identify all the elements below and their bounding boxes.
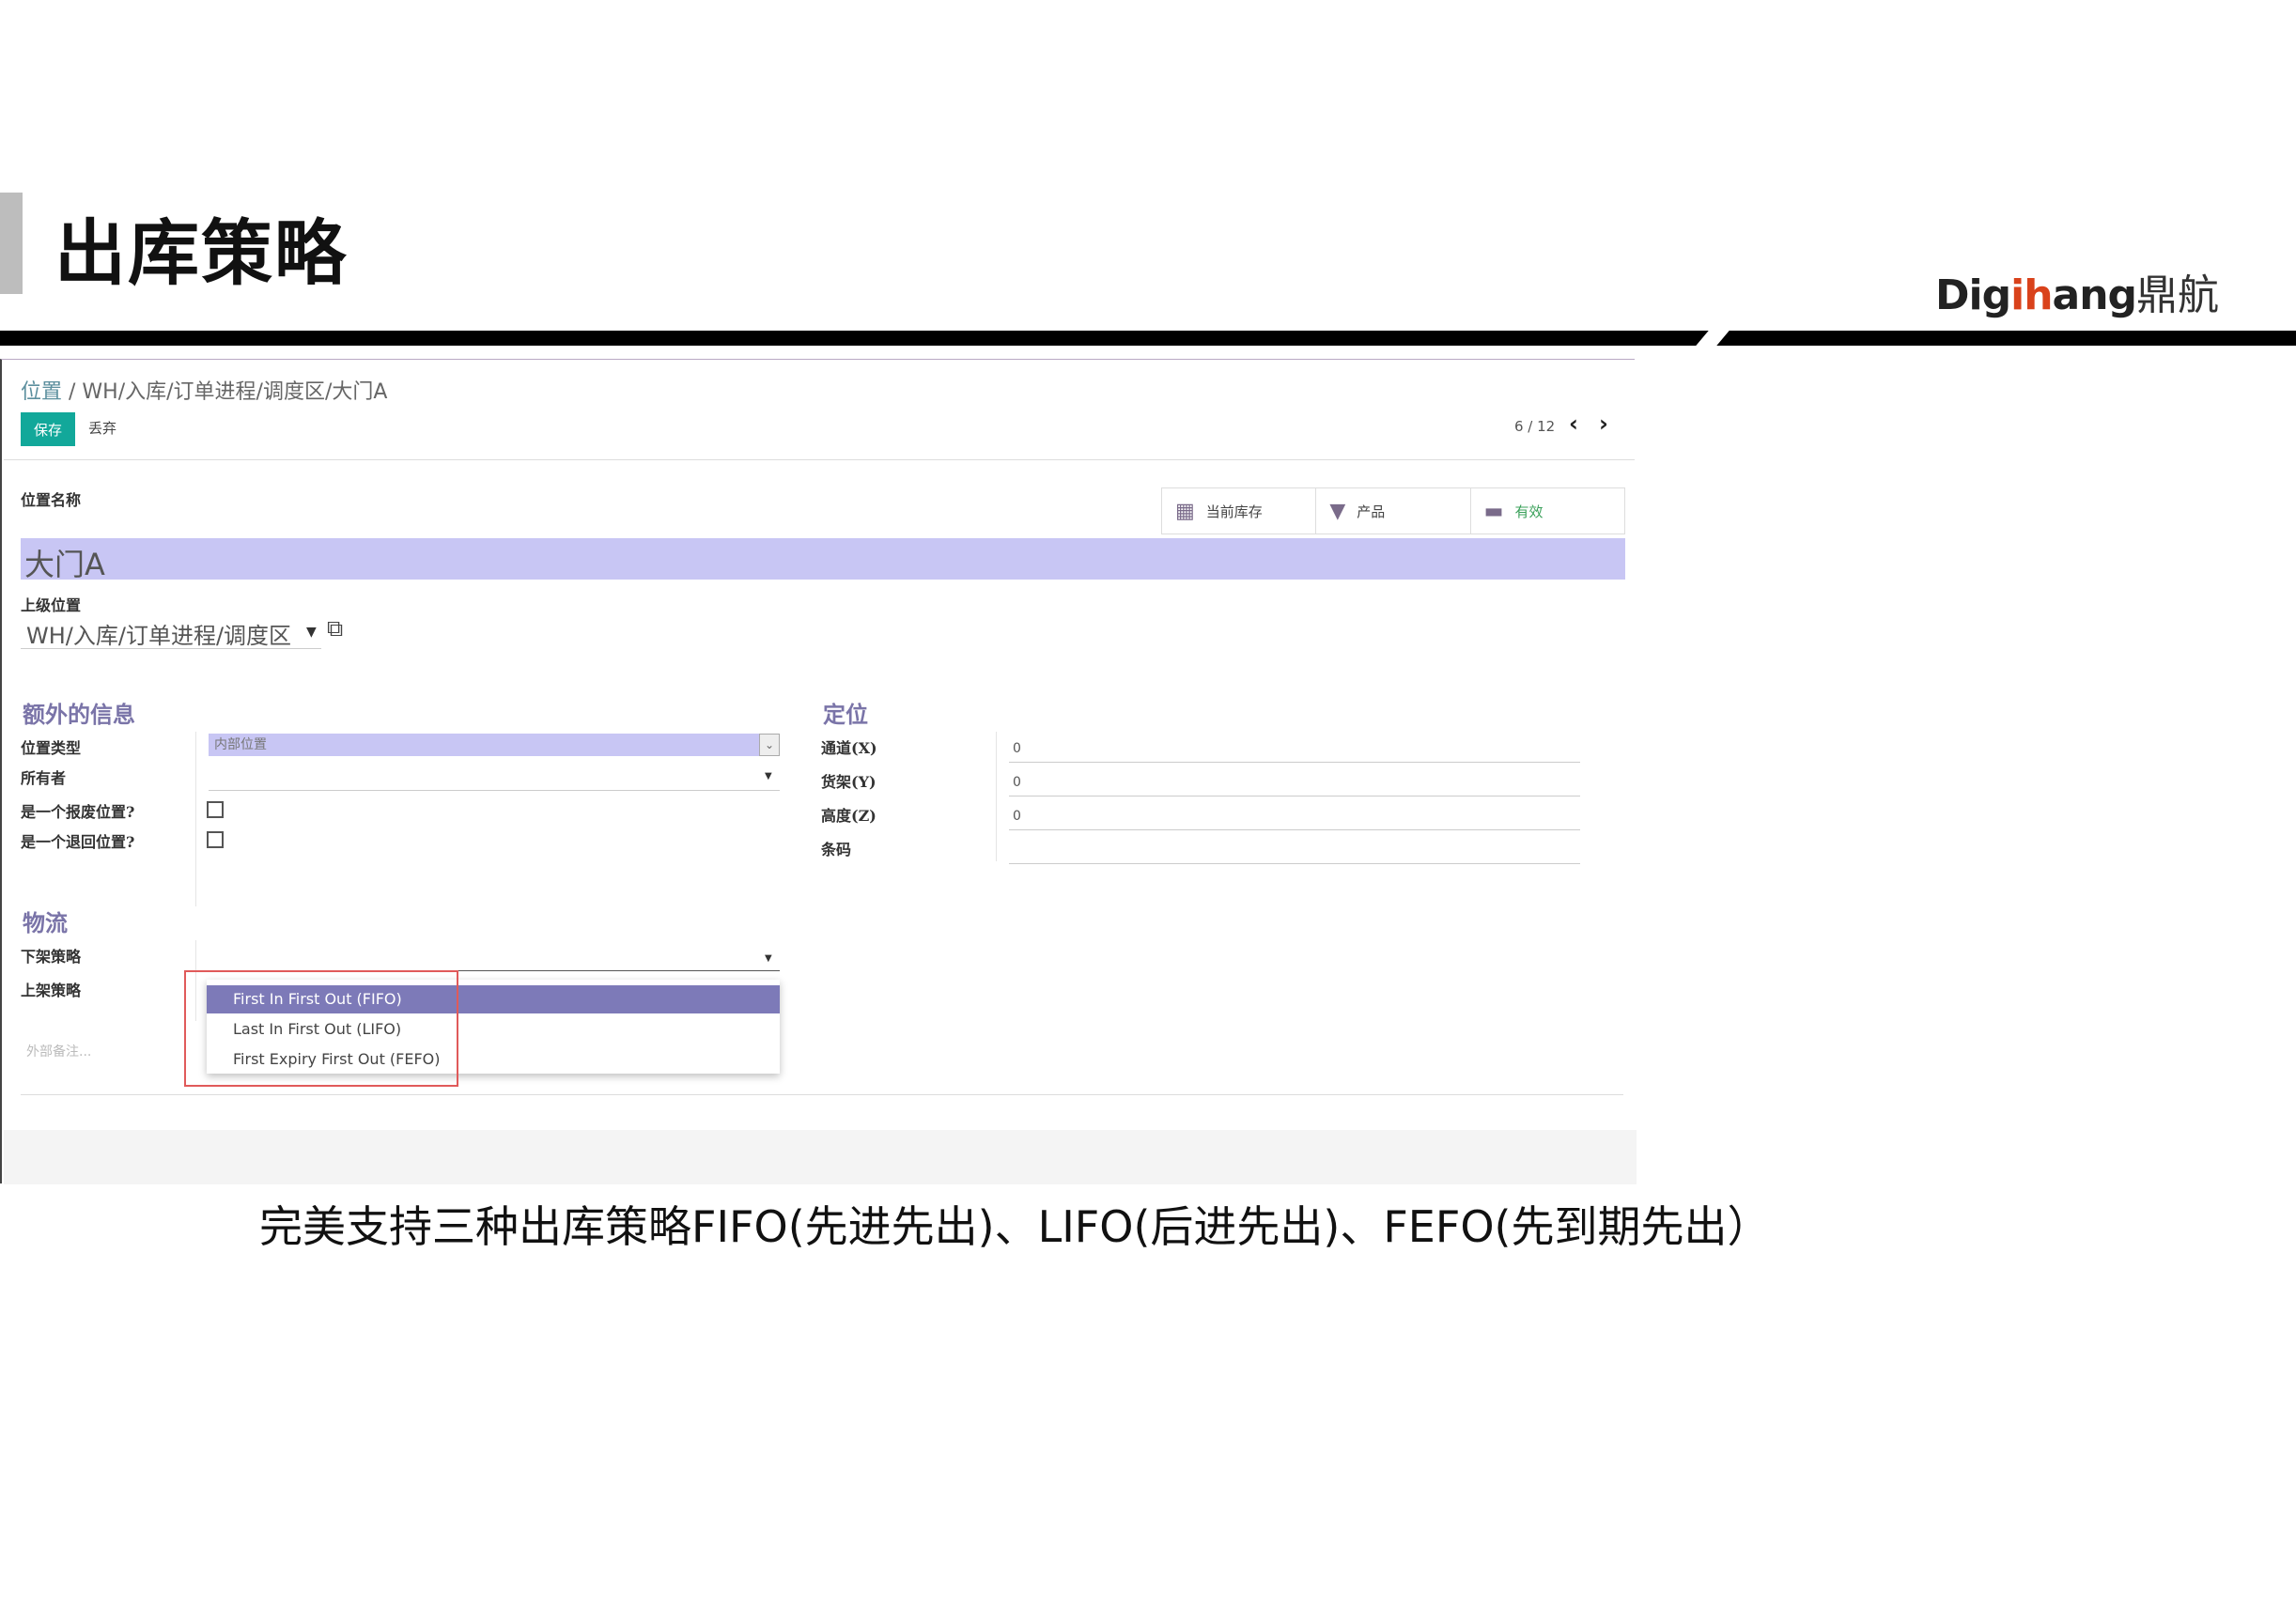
- smart-buttons: ▦ 当前库存 ▼ 产品 ▬ 有效: [1161, 487, 1625, 534]
- logo-part: ang: [2052, 271, 2138, 319]
- location-name-input[interactable]: 大门A: [24, 541, 105, 584]
- return-location-checkbox[interactable]: [207, 831, 224, 848]
- chatter-area: [4, 1130, 1637, 1184]
- pager-counter: 6 / 12: [1514, 418, 1556, 435]
- pager-prev-button[interactable]: ‹: [1569, 410, 1578, 437]
- putaway-strategy-label: 上架策略: [21, 982, 82, 999]
- breadcrumb-sep: /: [62, 380, 83, 404]
- parent-location-label: 上级位置: [21, 596, 82, 614]
- barcode-input[interactable]: [1009, 863, 1580, 864]
- name-input-bg: [21, 538, 1625, 580]
- location-type-label: 位置类型: [21, 739, 82, 757]
- breadcrumb-current: WH/入库/订单进程/调度区/大门A: [82, 380, 388, 404]
- chevron-down-icon: ⌄: [759, 734, 780, 756]
- chevron-down-icon[interactable]: ▼: [306, 625, 317, 640]
- pager-next-button[interactable]: ›: [1599, 410, 1608, 437]
- divider: [21, 1094, 1623, 1095]
- location-type-value: 内部位置: [214, 737, 267, 752]
- external-link-icon[interactable]: ⧉: [327, 615, 343, 642]
- owner-label: 所有者: [21, 769, 67, 787]
- logo-part: ih: [2010, 271, 2053, 319]
- aisle-input[interactable]: 0: [1013, 741, 1021, 756]
- location-type-select[interactable]: 内部位置 ⌄: [209, 734, 780, 756]
- chevron-down-icon[interactable]: ▼: [765, 953, 772, 964]
- aisle-label: 通道(X): [821, 739, 877, 757]
- scrap-location-label: 是一个报废位置?: [21, 803, 135, 821]
- return-location-label: 是一个退回位置?: [21, 833, 135, 851]
- height-label: 高度(Z): [821, 807, 877, 825]
- shelf-label: 货架(Y): [821, 773, 877, 791]
- logo-part: 鼎航: [2136, 271, 2220, 319]
- header-band: [0, 331, 2296, 346]
- field-underline: [1009, 762, 1580, 763]
- building-icon: ▦: [1175, 499, 1195, 523]
- height-input[interactable]: 0: [1013, 809, 1021, 824]
- stock-smart-button[interactable]: ▦ 当前库存: [1162, 488, 1317, 534]
- smart-button-label: 有效: [1514, 503, 1544, 520]
- field-underline: [21, 648, 321, 649]
- barcode-label: 条码: [821, 841, 852, 858]
- logo-part: Dig: [1935, 271, 2011, 319]
- external-note-input[interactable]: 外部备注...: [26, 1042, 91, 1060]
- save-button[interactable]: 保存: [21, 412, 75, 446]
- parent-location-input[interactable]: WH/入库/订单进程/调度区: [26, 617, 291, 650]
- breadcrumb: 位置 / WH/入库/订单进程/调度区/大门A: [21, 375, 387, 405]
- slide-caption: 完美支持三种出库策略FIFO(先进先出)、LIFO(后进先出)、FEFO(先到期…: [259, 1201, 1771, 1252]
- owner-input[interactable]: [209, 790, 780, 791]
- archive-icon: ▬: [1483, 499, 1504, 523]
- discard-button[interactable]: 丢弃: [88, 418, 116, 438]
- shelf-input[interactable]: 0: [1013, 775, 1021, 790]
- breadcrumb-root-link[interactable]: 位置: [21, 380, 62, 404]
- name-label: 位置名称: [21, 491, 82, 509]
- chevron-down-icon[interactable]: ▼: [765, 771, 772, 781]
- label-divider: [195, 732, 196, 906]
- digihang-logo: Digihang鼎航: [1935, 261, 2219, 321]
- divider: [4, 459, 1635, 460]
- smart-button-label: 当前库存: [1205, 503, 1263, 520]
- localization-heading: 定位: [823, 702, 868, 728]
- logistics-heading: 物流: [23, 910, 68, 936]
- slide-title: 出库策略: [54, 211, 348, 295]
- slide-accent-bar: [0, 193, 23, 294]
- field-underline: [1009, 829, 1580, 830]
- extra-info-heading: 额外的信息: [23, 702, 135, 728]
- smart-button-label: 产品: [1357, 503, 1386, 520]
- location-form-screenshot: 位置 / WH/入库/订单进程/调度区/大门A 保存 丢弃 6 / 12 ‹ ›…: [0, 359, 1637, 1184]
- active-toggle-button[interactable]: ▬ 有效: [1471, 488, 1624, 534]
- scrap-location-checkbox[interactable]: [207, 801, 224, 818]
- products-smart-button[interactable]: ▼ 产品: [1316, 488, 1471, 534]
- label-divider: [996, 732, 997, 861]
- field-underline: [1009, 796, 1580, 797]
- filter-icon: ▼: [1329, 499, 1346, 523]
- annotation-highlight-box: [184, 970, 458, 1087]
- removal-strategy-label: 下架策略: [21, 948, 82, 966]
